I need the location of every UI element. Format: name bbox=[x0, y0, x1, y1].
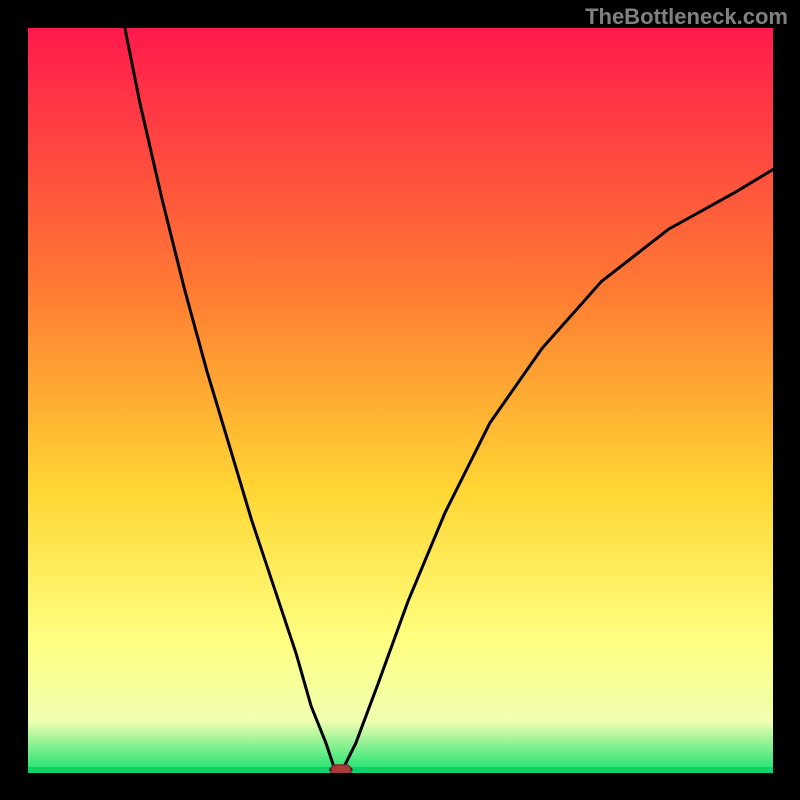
watermark-text: TheBottleneck.com bbox=[585, 4, 788, 30]
optimal-point-marker bbox=[331, 765, 351, 773]
chart-container: TheBottleneck.com bbox=[0, 0, 800, 800]
chart-plot bbox=[28, 28, 773, 773]
gradient-background bbox=[28, 28, 773, 773]
